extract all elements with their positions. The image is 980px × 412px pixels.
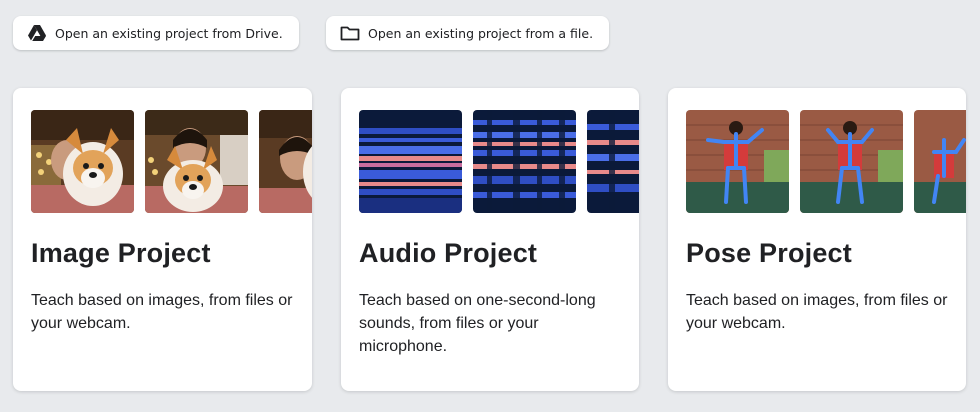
google-drive-icon [27, 24, 47, 42]
webcam-sample-thumbnail [259, 110, 312, 213]
spectrogram-thumbnail [587, 110, 639, 213]
spectrogram-thumbnail [473, 110, 576, 213]
audio-project-thumbnails [359, 110, 639, 213]
spectrogram-thumbnail [359, 110, 462, 213]
pose-project-card[interactable]: Pose Project Teach based on images, from… [668, 88, 966, 391]
card-title: Audio Project [359, 238, 538, 268]
image-project-card[interactable]: Image Project Teach based on images, fro… [13, 88, 312, 391]
pose-sample-thumbnail [686, 110, 789, 213]
image-project-thumbnails [31, 110, 312, 213]
folder-icon [340, 24, 360, 42]
card-title: Image Project [31, 238, 211, 268]
open-from-file-button[interactable]: Open an existing project from a file. [326, 16, 609, 50]
card-description: Teach based on one-second-long sounds, f… [359, 292, 596, 355]
open-from-drive-label: Open an existing project from Drive. [55, 25, 283, 41]
webcam-sample-thumbnail [145, 110, 248, 213]
pose-sample-thumbnail [914, 110, 966, 213]
webcam-sample-thumbnail [31, 110, 134, 213]
card-description: Teach based on images, from files or you… [686, 292, 948, 332]
card-title: Pose Project [686, 238, 852, 268]
pose-sample-thumbnail [800, 110, 903, 213]
open-from-file-label: Open an existing project from a file. [368, 25, 594, 41]
pose-project-thumbnails [686, 110, 966, 213]
card-description: Teach based on images, from files or you… [31, 292, 293, 332]
open-from-drive-button[interactable]: Open an existing project from Drive. [13, 16, 299, 50]
audio-project-card[interactable]: Audio Project Teach based on one-second-… [341, 88, 639, 391]
